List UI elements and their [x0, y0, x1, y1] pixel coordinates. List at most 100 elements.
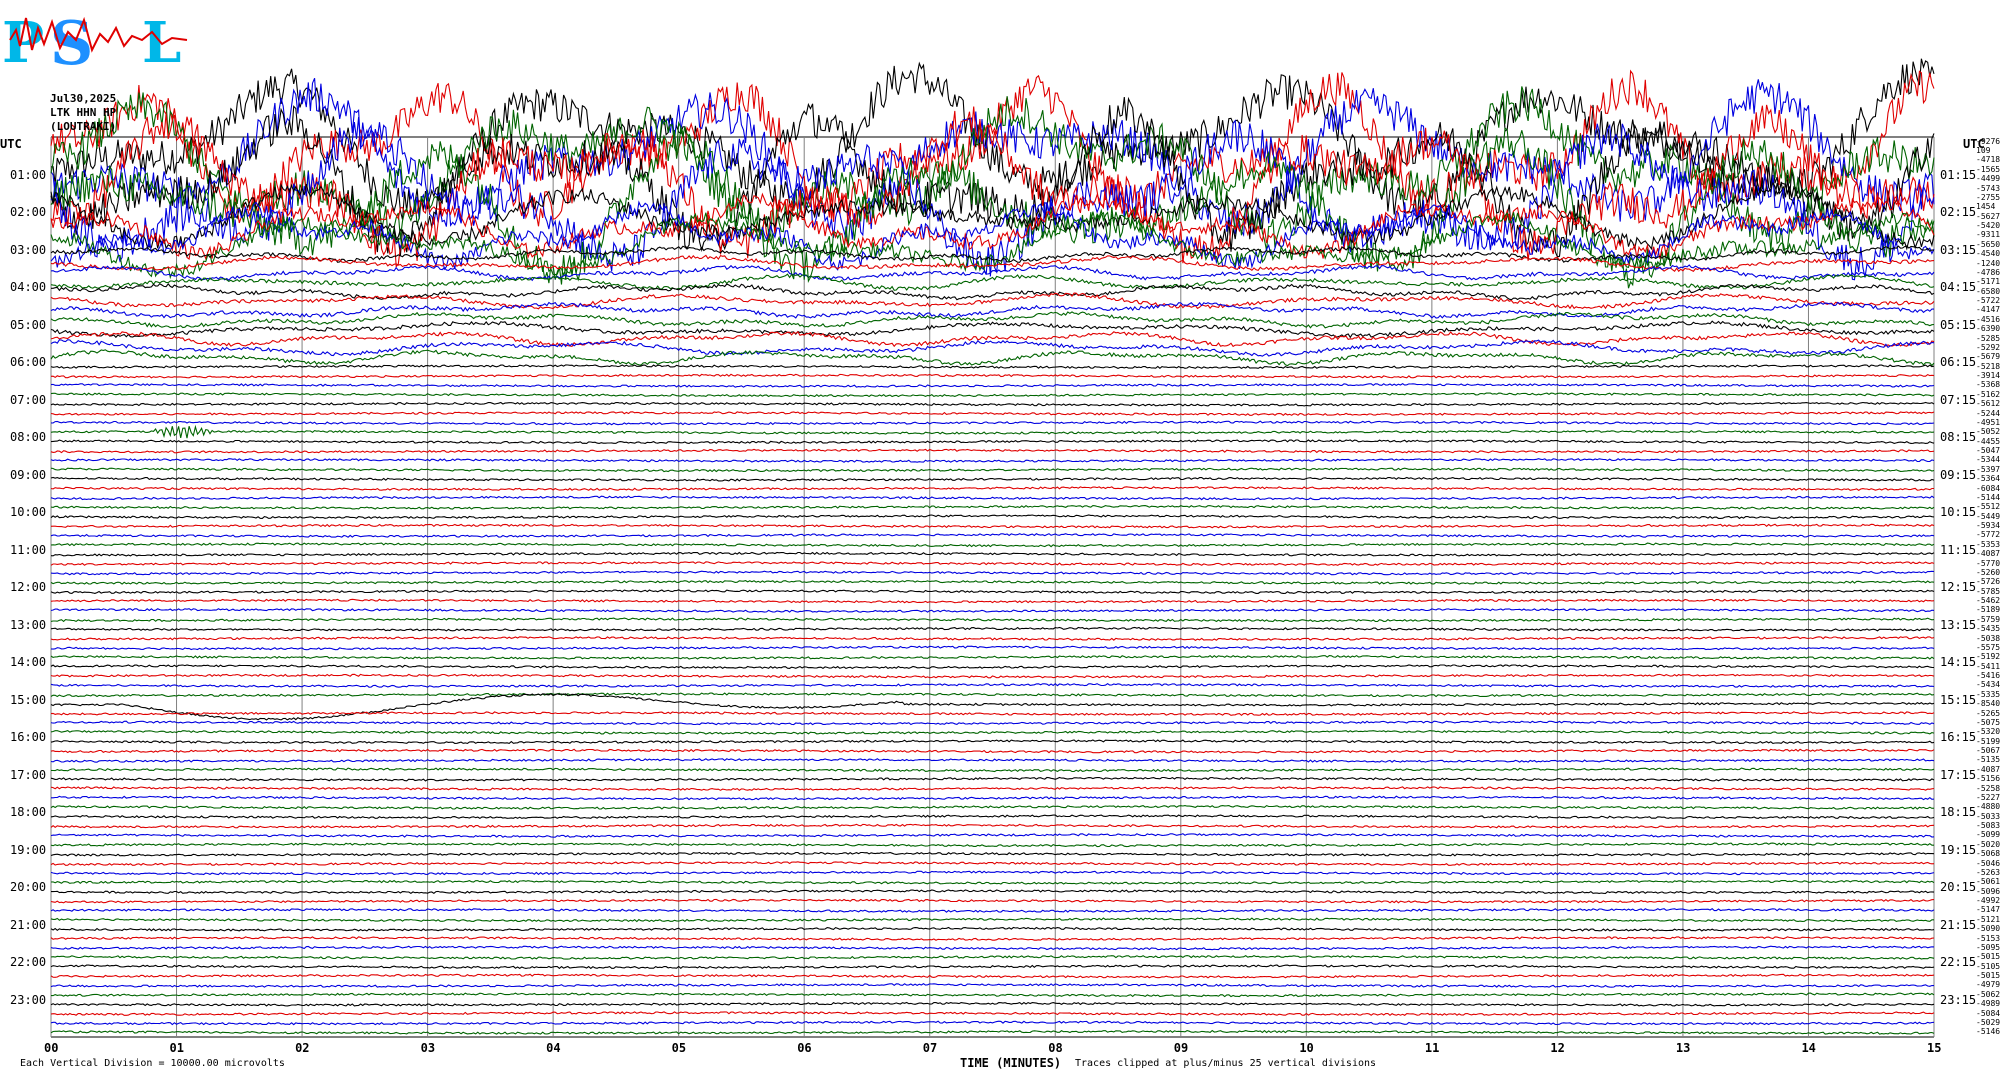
trace-offset-label: -5162 [1976, 389, 2001, 399]
trace-line [50, 504, 1935, 510]
trace-offset-label: -5320 [1976, 727, 2001, 737]
trace-offset-label: -5153 [1976, 933, 2001, 943]
trace-offset-label: -9311 [1976, 230, 2001, 240]
trace-line [50, 973, 1935, 979]
trace-line [50, 767, 1935, 773]
trace-line [50, 1029, 1935, 1035]
trace-line [50, 301, 1935, 319]
trace-offset-label: -5449 [1976, 511, 2001, 521]
left-hour-label: 14:00 [10, 655, 47, 669]
trace-line [50, 673, 1935, 679]
x-tick-label: 07 [922, 1041, 938, 1055]
header-station: LTK HHN HP [50, 106, 117, 119]
trace-offset-label: -5192 [1976, 652, 2001, 662]
trace-offset-label: -4989 [1976, 999, 2001, 1009]
x-tick-label: 06 [797, 1041, 812, 1055]
trace-offset-label: -5397 [1976, 464, 2001, 474]
trace-offset-label: -9276 [1976, 136, 2001, 146]
trace-line [50, 514, 1935, 520]
trace-offset-label: -5934 [1976, 521, 2001, 531]
left-hour-label: 07:00 [10, 392, 47, 407]
trace-line [50, 424, 1935, 439]
trace-line [50, 608, 1935, 613]
trace-offset-label: -5344 [1976, 455, 2001, 465]
left-hour-label: 11:00 [10, 542, 47, 557]
trace-line [50, 870, 1935, 876]
right-hour-label: 14:15 [1940, 655, 1977, 669]
trace-line [50, 617, 1935, 623]
trace-line [50, 851, 1935, 857]
trace-line [50, 626, 1935, 632]
trace-line [50, 758, 1935, 763]
trace-offset-label: -5146 [1976, 1027, 2001, 1037]
trace-offset-label: -5722 [1976, 296, 2001, 306]
trace-offset-label: -5062 [1976, 989, 2001, 999]
trace-offset-label: -4880 [1976, 802, 2001, 812]
trace-offset-label: -5227 [1976, 792, 2001, 802]
seismogram-plot [50, 58, 1935, 1038]
trace-offset-label: -5156 [1976, 774, 2001, 784]
utc-label-left: UTC [0, 137, 22, 151]
trace-line [50, 804, 1935, 810]
trace-line [50, 917, 1934, 923]
trace-offset-label: -5038 [1976, 633, 2001, 643]
left-hour-label: 21:00 [10, 917, 47, 932]
trace-line [50, 945, 1935, 951]
trace-line [50, 739, 1935, 745]
trace-offset-label: -5650 [1976, 239, 2001, 249]
trace-line [50, 814, 1935, 820]
trace-offset-label: -5046 [1976, 858, 2001, 868]
trace-offset-label: -5047 [1976, 446, 2001, 456]
right-hour-label: 19:15 [1940, 842, 1977, 857]
right-hour-label: 17:15 [1940, 767, 1977, 782]
trace-offset-label: -5416 [1976, 671, 2001, 681]
right-hour-label: 10:15 [1940, 505, 1977, 519]
x-tick-label: 03 [420, 1041, 436, 1055]
trace-line [50, 908, 1935, 913]
trace-line [50, 320, 1935, 339]
x-tick-label: 02 [295, 1041, 310, 1055]
trace-offset-label: -5029 [1976, 1017, 2001, 1027]
left-hour-label: 16:00 [10, 730, 47, 744]
trace-offset-label: -4499 [1976, 174, 2001, 184]
trace-line [50, 861, 1935, 866]
trace-offset-label: -5068 [1976, 849, 2001, 859]
trace-line [50, 570, 1935, 576]
left-hour-label: 10:00 [10, 505, 47, 519]
trace-offset-label: -5015 [1976, 952, 2001, 962]
trace-line [50, 311, 1935, 329]
trace-line [50, 1011, 1935, 1017]
right-hour-label: 02:15 [1940, 205, 1977, 219]
header-location: (LOUTRAKI) [50, 120, 117, 133]
right-hour-label: 18:15 [1940, 805, 1977, 819]
trace-offset-label: -5084 [1976, 1008, 2001, 1018]
trace-line [50, 349, 1935, 367]
trace-line [50, 339, 1935, 357]
trace-line [50, 533, 1935, 538]
right-hour-label: 11:15 [1940, 542, 1977, 557]
trace-line [50, 364, 1935, 370]
trace-line [50, 495, 1935, 501]
trace-line [50, 786, 1935, 791]
trace-offset-label: -4540 [1976, 249, 2001, 259]
x-tick-label: 13 [1675, 1041, 1691, 1055]
right-hour-label: 12:15 [1940, 580, 1977, 594]
trace-offset-label: -5759 [1976, 614, 2001, 624]
right-hour-label: 05:15 [1940, 317, 1977, 332]
trace-offset-label: -5258 [1976, 783, 2001, 793]
x-axis-title: TIME (MINUTES) [960, 1056, 1062, 1070]
trace-offset-label: -5189 [1976, 605, 2001, 615]
x-tick-label: 08 [1048, 1041, 1063, 1055]
trace-offset-label: -5679 [1976, 352, 2001, 362]
right-hour-label: 03:15 [1940, 242, 1977, 257]
header-date: Jul30,2025 [50, 92, 117, 105]
trace-line [50, 598, 1935, 604]
right-hour-label: 01:15 [1940, 167, 1977, 182]
trace-line [50, 983, 1935, 988]
trace-line [50, 682, 1935, 688]
trace-offset-label: -5335 [1976, 689, 2001, 699]
trace-offset-label: -5772 [1976, 530, 2001, 540]
x-tick-label: 05 [671, 1041, 687, 1055]
trace-offset-label: -5105 [1976, 961, 2001, 971]
trace-line [50, 645, 1935, 651]
